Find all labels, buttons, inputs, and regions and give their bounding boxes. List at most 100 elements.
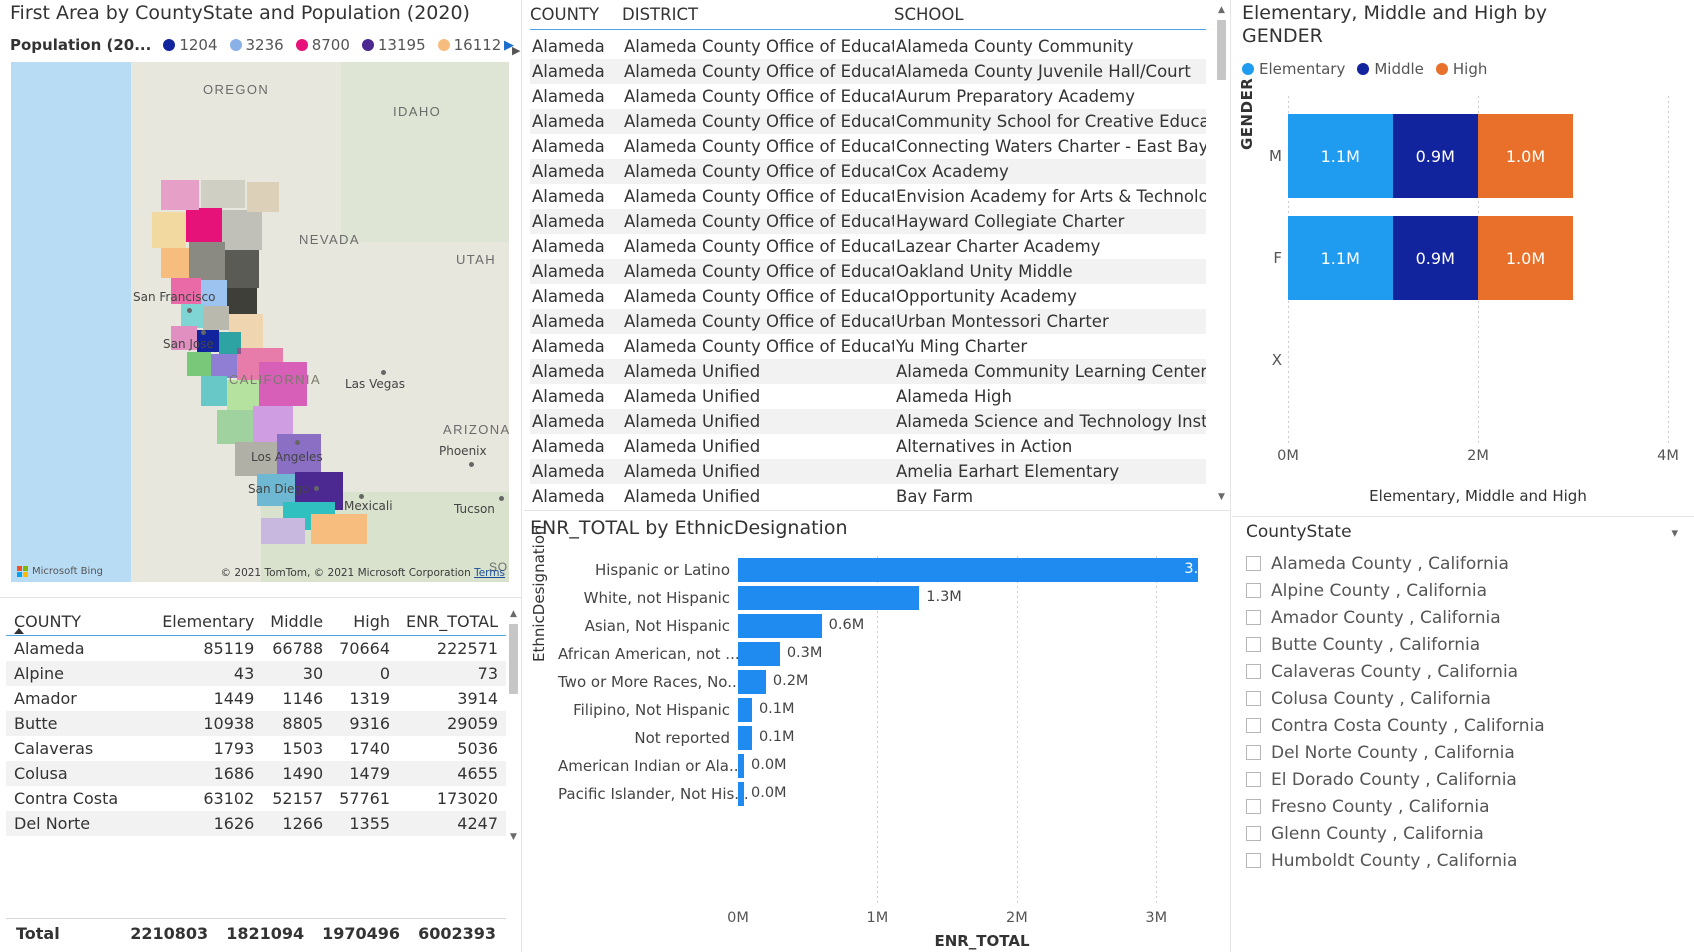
- table-row[interactable]: Alameda Alameda County Office of Educatio…: [530, 284, 1206, 309]
- slicer-item[interactable]: Amador County , California: [1246, 604, 1676, 631]
- county-shape[interactable]: [225, 250, 259, 288]
- table-row[interactable]: Alameda Alameda County Office of Educatio…: [530, 34, 1206, 59]
- map-legend-item-3[interactable]: 13195: [361, 36, 426, 54]
- slicer-item[interactable]: Humboldt County , California: [1246, 847, 1676, 874]
- table-row[interactable]: Colusa 1686 1490 1479 4655: [6, 761, 506, 786]
- table-row[interactable]: Alameda Alameda County Office of Educatio…: [530, 259, 1206, 284]
- checkbox-icon[interactable]: [1246, 826, 1261, 841]
- slicer-item[interactable]: Glenn County , California: [1246, 820, 1676, 847]
- scrollbar-thumb[interactable]: [509, 624, 518, 694]
- bar-row[interactable]: Pacific Islander, Not His... 0.0M: [558, 782, 1226, 806]
- table-row[interactable]: Alameda Alameda Unified Alameda Science an…: [530, 409, 1206, 434]
- table-row[interactable]: Alpine 43 30 0 73: [6, 661, 506, 686]
- school-table-scrollbar[interactable]: ▲ ▼: [1215, 4, 1228, 504]
- checkbox-icon[interactable]: [1246, 772, 1261, 787]
- map-canvas[interactable]: OREGON IDAHO NEVADA UTAH CALIFORNIA ARIZ…: [11, 62, 509, 582]
- checkbox-icon[interactable]: [1246, 664, 1261, 679]
- scroll-up-icon[interactable]: ▲: [1215, 4, 1228, 17]
- checkbox-icon[interactable]: [1246, 610, 1261, 625]
- bar-segment-middle[interactable]: 0.9M: [1392, 114, 1478, 198]
- table-row[interactable]: Alameda Alameda County Office of Educatio…: [530, 59, 1206, 84]
- checkbox-icon[interactable]: [1246, 799, 1261, 814]
- slicer-items[interactable]: Alameda County , California Alpine County…: [1246, 550, 1676, 950]
- table-row[interactable]: Alameda Alameda Unified Alameda High: [530, 384, 1206, 409]
- col-header-elementary[interactable]: Elementary: [154, 610, 263, 636]
- col-header-district[interactable]: DISTRICT: [622, 5, 894, 24]
- table-row[interactable]: Alameda Alameda County Office of Educatio…: [530, 309, 1206, 334]
- bar[interactable]: [738, 670, 766, 694]
- county-table-scrollbar[interactable]: ▲ ▼: [507, 608, 520, 844]
- checkbox-icon[interactable]: [1246, 556, 1261, 571]
- map-legend-item-2[interactable]: 8700: [295, 36, 350, 54]
- slicer-item[interactable]: Contra Costa County , California: [1246, 712, 1676, 739]
- col-header-county[interactable]: COUNTY: [530, 5, 622, 24]
- terms-link[interactable]: Terms: [474, 567, 505, 579]
- legend-item-elementary[interactable]: Elementary: [1242, 60, 1345, 78]
- bar-row[interactable]: Asian, Not Hispanic 0.6M: [558, 614, 1226, 638]
- bar[interactable]: [738, 782, 744, 806]
- bar-row[interactable]: Two or More Races, No... 0.2M: [558, 670, 1226, 694]
- scroll-down-icon[interactable]: ▼: [1215, 491, 1228, 504]
- bar[interactable]: [738, 642, 780, 666]
- bar-row[interactable]: Hispanic or Latino 3.3M: [558, 558, 1226, 582]
- county-shape[interactable]: [186, 208, 222, 242]
- legend-item-middle[interactable]: Middle: [1357, 60, 1424, 78]
- bar-row[interactable]: American Indian or Ala... 0.0M: [558, 754, 1226, 778]
- county-shape[interactable]: [201, 180, 245, 208]
- slicer-item[interactable]: Del Norte County , California: [1246, 739, 1676, 766]
- county-shape[interactable]: [261, 518, 305, 544]
- slicer-item[interactable]: Alameda County , California: [1246, 550, 1676, 577]
- table-row[interactable]: Alameda Alameda County Office of Educatio…: [530, 209, 1206, 234]
- county-shape[interactable]: [311, 514, 367, 544]
- county-shape[interactable]: [161, 248, 189, 278]
- bar-segment-high[interactable]: 1.0M: [1478, 114, 1573, 198]
- county-shape[interactable]: [152, 212, 186, 248]
- bar-row[interactable]: White, not Hispanic 1.3M: [558, 586, 1226, 610]
- checkbox-icon[interactable]: [1246, 745, 1261, 760]
- county-shape[interactable]: [247, 182, 279, 212]
- bar-segment-high[interactable]: 1.0M: [1478, 216, 1573, 300]
- table-row[interactable]: Alameda Alameda County Office of Educatio…: [530, 134, 1206, 159]
- county-shape[interactable]: [203, 306, 229, 330]
- col-header-county[interactable]: COUNTY: [6, 610, 155, 636]
- bar-row[interactable]: Not reported 0.1M: [558, 726, 1226, 750]
- scroll-up-icon[interactable]: ▲: [507, 608, 520, 621]
- slicer-item[interactable]: Butte County , California: [1246, 631, 1676, 658]
- bar[interactable]: [738, 726, 752, 750]
- table-row[interactable]: Butte 10938 8805 9316 29059: [6, 711, 506, 736]
- legend-item-high[interactable]: High: [1435, 60, 1487, 78]
- map-legend-item-1[interactable]: 3236: [229, 36, 284, 54]
- table-row[interactable]: Alameda Alameda County Office of Educatio…: [530, 234, 1206, 259]
- table-row[interactable]: Alameda Alameda County Office of Educatio…: [530, 109, 1206, 134]
- table-row[interactable]: Alameda Alameda Unified Alameda Community …: [530, 359, 1206, 384]
- table-row[interactable]: Alameda Alameda County Office of Educatio…: [530, 84, 1206, 109]
- table-row-partial[interactable]: Alameda Alameda Unified Bay Farm: [530, 484, 1206, 504]
- chevron-down-icon[interactable]: ▾: [1671, 526, 1678, 541]
- stacked-bar-group[interactable]: 1.1M 0.9M 1.0M: [1288, 114, 1573, 198]
- col-header-enr-total[interactable]: ENR_TOTAL: [398, 610, 506, 636]
- bar[interactable]: [738, 698, 752, 722]
- bar[interactable]: [738, 614, 822, 638]
- table-row[interactable]: Alameda 85119 66788 70664 222571: [6, 636, 506, 662]
- slicer-item[interactable]: Calaveras County , California: [1246, 658, 1676, 685]
- stacked-bar-group[interactable]: 1.1M 0.9M 1.0M: [1288, 216, 1573, 300]
- map-legend-item-4[interactable]: 16112: [437, 36, 501, 54]
- checkbox-icon[interactable]: [1246, 637, 1261, 652]
- table-row[interactable]: Alameda Alameda County Office of Educatio…: [530, 159, 1206, 184]
- scrollbar-thumb[interactable]: [1217, 20, 1226, 80]
- school-table-body[interactable]: Alameda Alameda County Office of Educatio…: [530, 34, 1206, 504]
- bar-segment-middle[interactable]: 0.9M: [1392, 216, 1478, 300]
- county-table-scroll-area[interactable]: COUNTY Elementary Middle High ENR_TOTAL …: [6, 610, 506, 838]
- scroll-down-icon[interactable]: ▼: [507, 831, 520, 844]
- table-row[interactable]: Contra Costa 63102 52157 57761 173020: [6, 786, 506, 811]
- col-header-high[interactable]: High: [331, 610, 399, 636]
- slicer-item[interactable]: Fresno County , California: [1246, 793, 1676, 820]
- bar-segment-elementary[interactable]: 1.1M: [1288, 114, 1393, 198]
- checkbox-icon[interactable]: [1246, 691, 1261, 706]
- county-shape[interactable]: [189, 242, 225, 280]
- slicer-item[interactable]: El Dorado County , California: [1246, 766, 1676, 793]
- checkbox-icon[interactable]: [1246, 583, 1261, 598]
- bar[interactable]: [738, 586, 920, 610]
- bar-row[interactable]: African American, not ... 0.3M: [558, 642, 1226, 666]
- bar-segment-elementary[interactable]: 1.1M: [1288, 216, 1393, 300]
